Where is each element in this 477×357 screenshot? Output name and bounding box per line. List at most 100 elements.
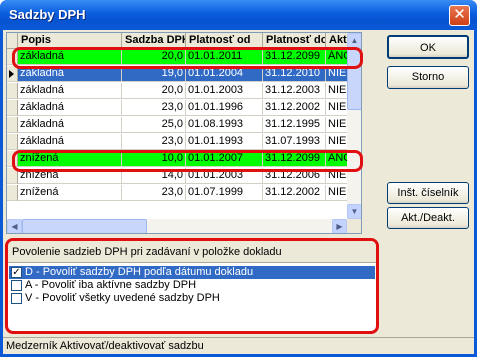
cell-popis[interactable]: základná (18, 134, 122, 150)
cell-platnost-od[interactable]: 01.01.1996 (186, 100, 263, 116)
vertical-scroll-thumb[interactable] (347, 48, 361, 110)
cell-platnost-do[interactable]: 31.12.2010 (263, 66, 326, 82)
ok-button[interactable]: OK (387, 35, 469, 59)
header-akt[interactable]: Akt. (326, 33, 347, 49)
option-item[interactable]: A - Povoliť iba aktívne sadzby DPH (9, 279, 375, 292)
cell-sadzba[interactable]: 25,0 (122, 117, 186, 133)
cell-platnost-od[interactable]: 01.01.2011 (186, 49, 263, 65)
title-bar[interactable]: Sadzby DPH ✕ (0, 0, 477, 30)
option-checkbox[interactable]: ✓ (11, 267, 22, 278)
cell-akt[interactable]: NIE (326, 168, 347, 184)
header-platnost-od[interactable]: Platnosť od (186, 33, 263, 49)
cell-akt[interactable]: NIE (326, 185, 347, 201)
close-button[interactable]: ✕ (449, 5, 470, 26)
scroll-left-icon[interactable]: ◀ (7, 219, 22, 233)
cell-popis[interactable]: základná (18, 49, 122, 65)
cell-popis[interactable]: základná (18, 83, 122, 99)
row-indicator[interactable] (7, 168, 18, 184)
cell-platnost-od[interactable]: 01.01.2003 (186, 83, 263, 99)
cell-popis[interactable]: znížená (18, 151, 122, 167)
option-item[interactable]: ✓ D - Povoliť sadzby DPH podľa dátumu dok… (9, 266, 375, 279)
cell-sadzba[interactable]: 14,0 (122, 168, 186, 184)
cell-platnost-do[interactable]: 31.12.2003 (263, 83, 326, 99)
row-indicator[interactable] (7, 134, 18, 150)
cell-akt[interactable]: NIE (326, 66, 347, 82)
header-indicator (7, 33, 18, 49)
scrollbar-corner (347, 219, 361, 233)
cell-platnost-do[interactable]: 31.07.1993 (263, 134, 326, 150)
cell-platnost-do[interactable]: 31.12.2099 (263, 151, 326, 167)
cell-platnost-od[interactable]: 01.08.1993 (186, 117, 263, 133)
row-indicator[interactable] (7, 66, 18, 82)
dialog-window: Sadzby DPH ✕ Popis Sadzba DPH Platnosť o… (0, 0, 477, 357)
cell-popis[interactable]: znížená (18, 185, 122, 201)
cell-sadzba[interactable]: 20,0 (122, 49, 186, 65)
scroll-up-icon[interactable]: ▲ (347, 33, 361, 48)
akt-deakt-button[interactable]: Akt./Deakt. (387, 207, 469, 229)
cell-popis[interactable]: základná (18, 66, 122, 82)
cell-sadzba[interactable]: 23,0 (122, 100, 186, 116)
option-label: V - Povoliť všetky uvedené sadzby DPH (25, 292, 220, 304)
option-label: D - Povoliť sadzby DPH podľa dátumu dokl… (25, 266, 254, 278)
ok-label: OK (420, 42, 436, 54)
horizontal-scrollbar[interactable]: ◀ ▶ (7, 219, 347, 233)
window-title: Sadzby DPH (9, 7, 86, 22)
cell-akt[interactable]: NIE (326, 100, 347, 116)
cell-akt[interactable]: ÁNO (326, 49, 347, 65)
cell-platnost-do[interactable]: 31.12.2002 (263, 100, 326, 116)
option-checkbox[interactable] (11, 280, 22, 291)
storno-button[interactable]: Storno (387, 66, 469, 89)
option-item[interactable]: V - Povoliť všetky uvedené sadzby DPH (9, 292, 375, 305)
header-platnost-do[interactable]: Platnosť do (263, 33, 326, 49)
table-row[interactable]: znížená 23,0 01.07.1999 31.12.2002 NIE (7, 185, 347, 201)
table-row[interactable]: znížená10,001.01.200731.12.2099ÁNO (7, 151, 347, 167)
cell-akt[interactable]: NIE (326, 83, 347, 99)
table-row[interactable]: základná 23,0 01.01.1993 31.07.1993 NIE (7, 134, 347, 150)
scroll-down-icon[interactable]: ▼ (347, 204, 361, 219)
panel-title: Povolenie sadzieb DPH pri zadávaní v pol… (8, 241, 376, 263)
vat-rates-grid[interactable]: Popis Sadzba DPH Platnosť od Platnosť do… (6, 32, 362, 234)
table-row[interactable]: základná20,001.01.201131.12.2099ÁNO (7, 49, 347, 65)
cell-platnost-do[interactable]: 31.12.2099 (263, 49, 326, 65)
option-checkbox[interactable] (11, 293, 22, 304)
cell-sadzba[interactable]: 23,0 (122, 134, 186, 150)
cell-sadzba[interactable]: 20,0 (122, 83, 186, 99)
row-indicator[interactable] (7, 100, 18, 116)
cell-popis[interactable]: základná (18, 117, 122, 133)
cell-sadzba[interactable]: 23,0 (122, 185, 186, 201)
cell-sadzba[interactable]: 19,0 (122, 66, 186, 82)
table-row[interactable]: znížená 14,0 01.01.2003 31.12.2006 NIE (7, 168, 347, 184)
cell-platnost-od[interactable]: 01.01.2004 (186, 66, 263, 82)
cell-platnost-od[interactable]: 01.01.1993 (186, 134, 263, 150)
row-indicator[interactable] (7, 117, 18, 133)
cell-platnost-do[interactable]: 31.12.2002 (263, 185, 326, 201)
cell-sadzba[interactable]: 10,0 (122, 151, 186, 167)
cell-platnost-od[interactable]: 01.07.1999 (186, 185, 263, 201)
cell-akt[interactable]: NIE (326, 134, 347, 150)
row-indicator[interactable] (7, 151, 18, 167)
cell-platnost-od[interactable]: 01.01.2003 (186, 168, 263, 184)
storno-label: Storno (411, 71, 445, 83)
cell-platnost-od[interactable]: 01.01.2007 (186, 151, 263, 167)
grid-viewport: Popis Sadzba DPH Platnosť od Platnosť do… (7, 33, 347, 218)
cell-platnost-do[interactable]: 31.12.1995 (263, 117, 326, 133)
inst-ciselnik-button[interactable]: Inšt. číselník (387, 182, 469, 204)
row-indicator[interactable] (7, 49, 18, 65)
table-row[interactable]: základná 19,0 01.01.2004 31.12.2010 NIE (7, 66, 347, 82)
cell-platnost-do[interactable]: 31.12.2006 (263, 168, 326, 184)
table-row[interactable]: základná 20,0 01.01.2003 31.12.2003 NIE (7, 83, 347, 99)
cell-popis[interactable]: znížená (18, 168, 122, 184)
row-indicator[interactable] (7, 83, 18, 99)
row-indicator[interactable] (7, 185, 18, 201)
header-sadzba[interactable]: Sadzba DPH (122, 33, 186, 49)
header-popis[interactable]: Popis (18, 33, 122, 49)
cell-akt[interactable]: ÁNO (326, 151, 347, 167)
table-row[interactable]: základná 25,0 01.08.1993 31.12.1995 NIE (7, 117, 347, 133)
cell-popis[interactable]: základná (18, 100, 122, 116)
vertical-scrollbar[interactable]: ▲ ▼ (347, 33, 361, 219)
scroll-right-icon[interactable]: ▶ (332, 219, 347, 233)
current-row-arrow-icon (9, 70, 14, 78)
horizontal-scroll-thumb[interactable] (22, 219, 147, 233)
table-row[interactable]: základná 23,0 01.01.1996 31.12.2002 NIE (7, 100, 347, 116)
cell-akt[interactable]: NIE (326, 117, 347, 133)
